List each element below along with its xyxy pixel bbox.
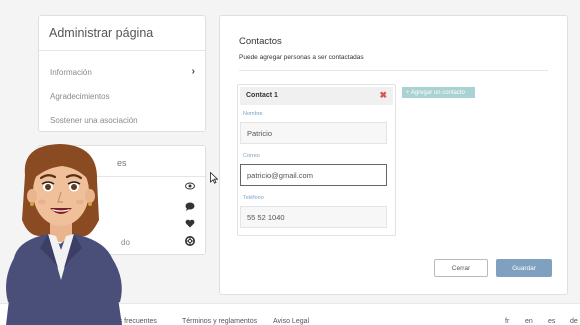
admin-panel-title: Administrar página — [49, 26, 154, 40]
phone-field[interactable] — [240, 206, 387, 228]
contact-card: Contact 1 ✖ Nombre Correo Teléfono — [237, 84, 396, 236]
comment-icon — [185, 202, 195, 211]
menu-item-label: Sostener una asociación — [50, 116, 138, 125]
menu-item-asociacion[interactable]: Sostener una asociación — [50, 116, 195, 125]
contacts-subtitle: Puede agregar personas a ser contactadas — [239, 54, 364, 61]
divider — [239, 70, 548, 71]
divider — [39, 50, 205, 51]
menu-item-agradecimientos[interactable]: Agradecimientos — [50, 92, 195, 101]
heart-icon — [185, 219, 195, 228]
cursor-icon — [210, 172, 218, 184]
admin-panel: Administrar página Información › Agradec… — [38, 15, 206, 132]
name-label: Nombre — [243, 111, 263, 117]
name-field[interactable] — [240, 122, 387, 144]
presenter-avatar — [6, 144, 122, 325]
language-es[interactable]: es — [548, 318, 555, 325]
footer-link-legal[interactable]: Aviso Legal — [273, 318, 309, 325]
remove-contact-icon[interactable]: ✖ — [379, 90, 387, 101]
lifebuoy-icon — [185, 236, 195, 246]
phone-label: Teléfono — [243, 195, 264, 201]
email-field[interactable] — [240, 164, 387, 186]
menu-item-label: Agradecimientos — [50, 92, 110, 101]
chevron-right-icon: › — [191, 66, 195, 77]
menu-item-informacion[interactable]: Información › — [50, 66, 195, 77]
language-de[interactable]: de — [570, 318, 578, 325]
contacts-panel: Contactos Puede agregar personas a ser c… — [219, 15, 568, 295]
save-button[interactable]: Guardar — [496, 259, 552, 277]
footer-link-terms[interactable]: Términos y reglamentos — [182, 318, 257, 325]
email-label: Correo — [243, 153, 260, 159]
menu-item-label: Información — [50, 68, 92, 77]
eye-icon — [185, 182, 195, 190]
contact-card-header: Contact 1 ✖ — [240, 87, 393, 105]
language-fr[interactable]: fr — [505, 318, 509, 325]
language-en[interactable]: en — [525, 318, 533, 325]
contacts-title: Contactos — [239, 36, 282, 47]
contact-card-title: Contact 1 — [246, 92, 278, 99]
cancel-button[interactable]: Cerrar — [434, 259, 488, 277]
add-contact-button[interactable]: + Agregar un contacto — [402, 87, 475, 98]
